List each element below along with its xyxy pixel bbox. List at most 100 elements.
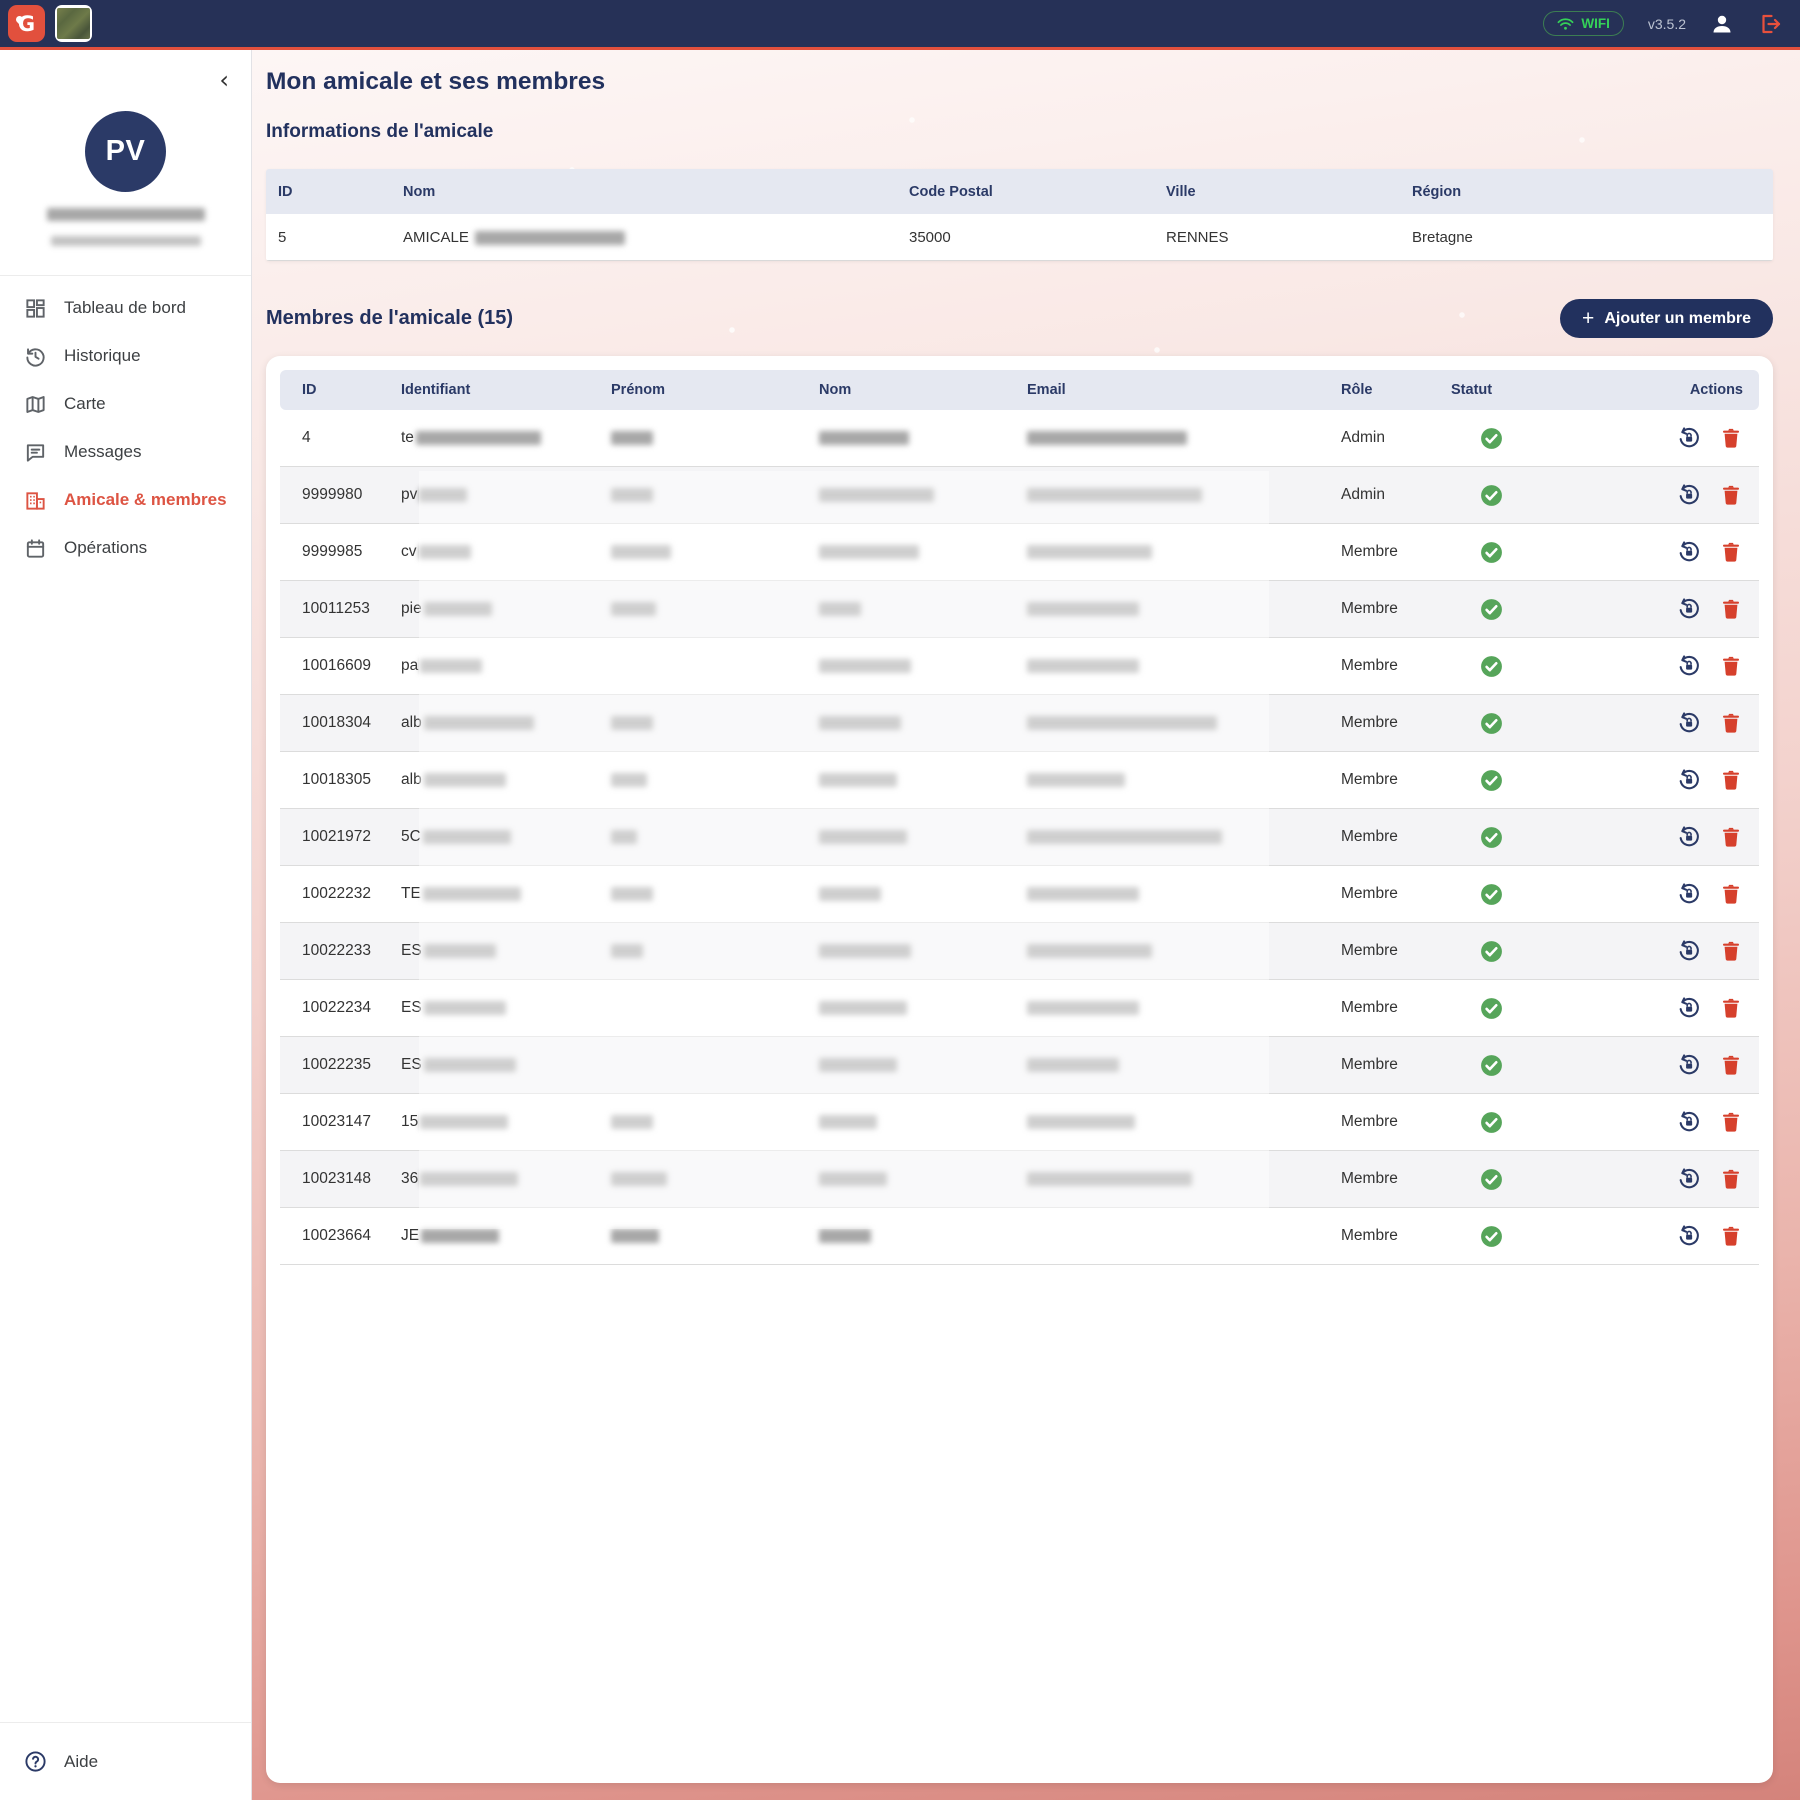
delete-member-icon[interactable] xyxy=(1719,996,1743,1020)
member-identifiant: JE xyxy=(379,1227,589,1245)
avatar-initials: PV xyxy=(106,135,146,168)
reset-password-icon[interactable] xyxy=(1676,539,1702,565)
member-identifiant-prefix: 5C xyxy=(401,828,421,845)
sidebar-item-aide[interactable]: Aide xyxy=(0,1722,251,1800)
redact-identifiant xyxy=(419,545,471,559)
member-id: 10023147 xyxy=(280,1113,379,1131)
app-logo-icon[interactable]: G xyxy=(8,5,45,42)
reset-password-icon[interactable] xyxy=(1676,1223,1702,1249)
app-thumbnail-image[interactable] xyxy=(55,5,92,42)
redact-identifiant xyxy=(424,602,492,616)
delete-member-icon[interactable] xyxy=(1719,711,1743,735)
reset-password-icon[interactable] xyxy=(1676,596,1702,622)
delete-member-icon[interactable] xyxy=(1719,882,1743,906)
delete-member-icon[interactable] xyxy=(1719,426,1743,450)
reset-password-icon[interactable] xyxy=(1676,995,1702,1021)
sidebar-item-messages[interactable]: Messages xyxy=(0,428,251,476)
delete-member-icon[interactable] xyxy=(1719,483,1743,507)
member-status xyxy=(1429,483,1559,508)
avatar: PV xyxy=(85,111,166,192)
member-actions xyxy=(1559,881,1759,907)
reset-password-icon[interactable] xyxy=(1676,767,1702,793)
member-identifiant-prefix: ES xyxy=(401,999,422,1016)
member-nom xyxy=(797,657,1005,675)
reset-password-icon[interactable] xyxy=(1676,710,1702,736)
user-account-icon[interactable] xyxy=(1710,12,1734,36)
redact-email xyxy=(1027,659,1139,673)
column-header-prenom: Prénom xyxy=(589,382,797,398)
member-nom xyxy=(797,1170,1005,1188)
member-status xyxy=(1429,1224,1559,1249)
user-profile: PV xyxy=(0,50,251,251)
member-email xyxy=(1005,1113,1319,1131)
reset-password-icon[interactable] xyxy=(1676,1166,1702,1192)
reset-password-icon[interactable] xyxy=(1676,1052,1702,1078)
delete-member-icon[interactable] xyxy=(1719,1110,1743,1134)
column-header-ville: Ville xyxy=(1154,184,1400,200)
delete-member-icon[interactable] xyxy=(1719,1053,1743,1077)
reset-password-icon[interactable] xyxy=(1676,482,1702,508)
add-member-button[interactable]: + Ajouter un membre xyxy=(1560,299,1773,338)
table-row: 10021972 5C Membre xyxy=(280,809,1759,866)
reset-password-icon[interactable] xyxy=(1676,881,1702,907)
status-active-icon xyxy=(1479,540,1504,565)
delete-member-icon[interactable] xyxy=(1719,597,1743,621)
reset-password-icon[interactable] xyxy=(1676,1109,1702,1135)
sidebar-item-carte[interactable]: Carte xyxy=(0,380,251,428)
sidebar-item-historique[interactable]: Historique xyxy=(0,332,251,380)
column-header-id: ID xyxy=(280,382,379,398)
redact-nom xyxy=(819,488,934,502)
delete-member-icon[interactable] xyxy=(1719,1167,1743,1191)
reset-password-icon[interactable] xyxy=(1676,653,1702,679)
sidebar-item-operations[interactable]: Opérations xyxy=(0,524,251,572)
redact-nom xyxy=(819,1115,877,1129)
member-id: 10022234 xyxy=(280,999,379,1017)
column-header-statut: Statut xyxy=(1429,382,1559,398)
member-role: Admin xyxy=(1319,486,1429,504)
member-role: Membre xyxy=(1319,543,1429,561)
member-nom xyxy=(797,543,1005,561)
member-nom xyxy=(797,1113,1005,1131)
member-status xyxy=(1429,540,1559,565)
delete-member-icon[interactable] xyxy=(1719,654,1743,678)
sidebar-item-label: Aide xyxy=(64,1752,98,1772)
delete-member-icon[interactable] xyxy=(1719,540,1743,564)
member-nom xyxy=(797,429,1005,447)
member-email xyxy=(1005,714,1319,732)
sidebar-item-amicale-membres[interactable]: Amicale & membres xyxy=(0,476,251,524)
member-actions xyxy=(1559,824,1759,850)
member-identifiant-prefix: ES xyxy=(401,942,422,959)
version-label: v3.5.2 xyxy=(1648,16,1686,32)
member-identifiant: cv xyxy=(379,543,589,561)
logout-icon[interactable] xyxy=(1758,12,1782,36)
table-row: 10023148 36 Membre xyxy=(280,1151,1759,1208)
column-header-actions: Actions xyxy=(1559,382,1759,398)
reset-password-icon[interactable] xyxy=(1676,425,1702,451)
redact-email xyxy=(1027,944,1152,958)
redact-prenom xyxy=(611,773,647,787)
delete-member-icon[interactable] xyxy=(1719,825,1743,849)
member-actions xyxy=(1559,938,1759,964)
member-id: 10022232 xyxy=(280,885,379,903)
help-icon xyxy=(24,1750,47,1773)
member-id: 10023148 xyxy=(280,1170,379,1188)
sidebar-item-tableau-de-bord[interactable]: Tableau de bord xyxy=(0,284,251,332)
reset-password-icon[interactable] xyxy=(1676,938,1702,964)
member-identifiant-prefix: pv xyxy=(401,486,417,503)
delete-member-icon[interactable] xyxy=(1719,939,1743,963)
member-identifiant-prefix: pie xyxy=(401,600,422,617)
redact-nom xyxy=(475,231,625,245)
reset-password-icon[interactable] xyxy=(1676,824,1702,850)
member-actions xyxy=(1559,995,1759,1021)
sidebar-collapse-icon[interactable]: ‹ xyxy=(219,68,229,92)
delete-member-icon[interactable] xyxy=(1719,768,1743,792)
delete-member-icon[interactable] xyxy=(1719,1224,1743,1248)
member-role: Membre xyxy=(1319,1056,1429,1074)
member-actions xyxy=(1559,539,1759,565)
member-status xyxy=(1429,426,1559,451)
member-nom xyxy=(797,999,1005,1017)
column-header-nom: Nom xyxy=(391,184,897,200)
redact-nom xyxy=(819,545,919,559)
members-table-body: 4 te Admin xyxy=(280,410,1759,1265)
redact-email xyxy=(1027,1115,1135,1129)
